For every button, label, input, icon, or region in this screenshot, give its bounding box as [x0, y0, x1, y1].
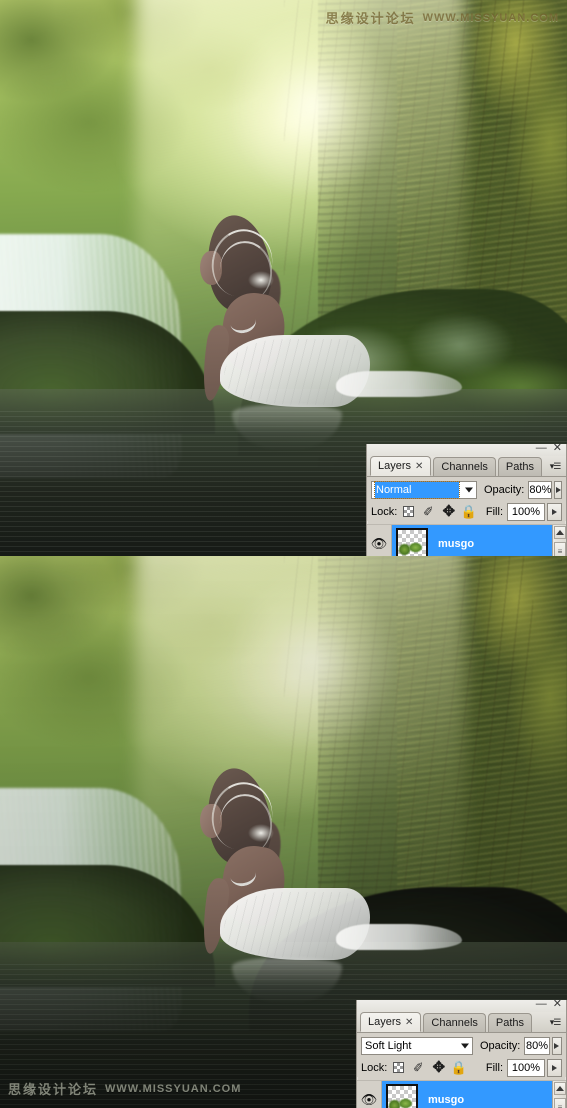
figure-woman-bottom: [186, 764, 486, 1004]
layers-scrollbar[interactable]: ≡: [552, 525, 566, 556]
layers-list: 👁 musgo ≡: [357, 1080, 566, 1108]
tab-channels-label: Channels: [441, 461, 488, 473]
layer-name-label: musgo: [438, 537, 475, 550]
eye-icon[interactable]: 👁: [361, 1093, 378, 1106]
lock-fill-row: Lock: ✐ ✥ 🔒 Fill: 100%: [361, 1058, 562, 1077]
tab-paths-label: Paths: [505, 461, 535, 473]
opacity-label: Opacity:: [484, 484, 525, 496]
panel-titlebar: — ✕: [367, 443, 566, 456]
panel-menu-icon[interactable]: ▾☰: [547, 460, 563, 473]
figure-woman-top: [186, 211, 486, 451]
layer-name-label: musgo: [428, 1093, 465, 1106]
blend-mode-value: Normal: [374, 481, 460, 499]
tab-paths[interactable]: Paths: [487, 1013, 533, 1032]
scene-sun-glow: [226, 11, 397, 201]
opacity-input[interactable]: 80%: [524, 1037, 550, 1055]
tab-channels[interactable]: Channels: [433, 457, 496, 476]
panel-titlebar: — ✕: [357, 999, 566, 1012]
opacity-label: Opacity:: [480, 1040, 521, 1052]
opacity-input[interactable]: 80%: [528, 481, 553, 499]
layers-panel-top[interactable]: — ✕ Layers ✕ Channels Paths ▾☰ Normal Op…: [366, 443, 567, 556]
fill-slider-arrow[interactable]: [547, 502, 562, 521]
close-icon[interactable]: ✕: [553, 999, 562, 1010]
panel-body: Normal Opacity: 80% Lock: ✐ ✥ 🔒 Fill: 10…: [367, 477, 566, 521]
lock-transparent-pixels-icon[interactable]: [400, 504, 417, 519]
tab-layers-label: Layers: [368, 1016, 402, 1028]
layer-row-musgo[interactable]: 👁 musgo ≡: [357, 1080, 566, 1108]
figure-dress-train: [336, 924, 462, 950]
tab-layers[interactable]: Layers ✕: [370, 456, 432, 476]
figure-hair-ornament: [248, 824, 274, 842]
fill-label: Fill:: [485, 1061, 503, 1074]
tab-layers[interactable]: Layers ✕: [360, 1012, 422, 1032]
lock-transparent-pixels-icon[interactable]: [390, 1060, 407, 1075]
close-icon[interactable]: ✕: [553, 443, 562, 454]
lock-position-icon[interactable]: ✥: [440, 504, 457, 519]
blend-opacity-row: Soft Light Opacity: 80%: [361, 1036, 562, 1056]
blend-mode-value: Soft Light: [365, 1040, 412, 1052]
blend-mode-select[interactable]: Normal: [371, 481, 477, 499]
figure-dress-train: [336, 371, 462, 397]
window-buttons: — ✕: [536, 443, 562, 454]
eye-icon[interactable]: 👁: [371, 537, 388, 550]
lock-label: Lock:: [361, 1061, 388, 1074]
lock-position-icon[interactable]: ✥: [430, 1060, 447, 1075]
panel-body: Soft Light Opacity: 80% Lock: ✐ ✥ 🔒 Fill…: [357, 1033, 566, 1077]
window-buttons: — ✕: [536, 999, 562, 1010]
tab-close-icon[interactable]: ✕: [405, 1017, 413, 1028]
scrollbar-thumb[interactable]: ≡: [553, 1098, 566, 1108]
chevron-down-icon[interactable]: [465, 487, 473, 493]
fill-slider-arrow[interactable]: [547, 1058, 562, 1077]
figure-hair-ornament: [248, 271, 274, 289]
layers-panel-bottom[interactable]: — ✕ Layers ✕ Channels Paths ▾☰ Soft Ligh…: [356, 999, 567, 1108]
lock-image-pixels-icon[interactable]: ✐: [420, 503, 438, 520]
screenshot-root: 思缘设计论坛 WWW.MISSYUAN.COM — ✕ Layers ✕ Cha…: [0, 0, 567, 1108]
minimize-icon[interactable]: —: [536, 999, 547, 1010]
scroll-up-icon[interactable]: [553, 526, 566, 539]
layer-visibility-cell[interactable]: 👁: [367, 524, 392, 556]
layer-row-musgo[interactable]: 👁 musgo ≡: [367, 524, 566, 556]
photo-pane-bottom: 思缘设计论坛 WWW.MISSYUAN.COM — ✕ Layers ✕ Cha…: [0, 556, 567, 1108]
lock-image-pixels-icon[interactable]: ✐: [410, 1059, 428, 1076]
figure-dress-folds: [224, 339, 364, 405]
lock-fill-row: Lock: ✐ ✥ 🔒 Fill: 100%: [371, 502, 562, 521]
minimize-icon[interactable]: —: [536, 443, 547, 454]
layers-scrollbar[interactable]: ≡: [552, 1081, 566, 1108]
layer-thumbnail[interactable]: [386, 1083, 418, 1108]
tab-paths-label: Paths: [495, 1017, 525, 1029]
lock-all-icon[interactable]: 🔒: [450, 1060, 467, 1075]
photo-pane-top: 思缘设计论坛 WWW.MISSYUAN.COM — ✕ Layers ✕ Cha…: [0, 0, 567, 556]
panel-tab-strip: Layers ✕ Channels Paths ▾☰: [367, 456, 566, 477]
lock-label: Lock:: [371, 505, 398, 518]
lock-all-icon[interactable]: 🔒: [460, 504, 477, 519]
panel-tab-strip: Layers ✕ Channels Paths ▾☰: [357, 1012, 566, 1033]
panel-menu-icon[interactable]: ▾☰: [547, 1016, 563, 1029]
scroll-up-icon[interactable]: [553, 1082, 566, 1095]
opacity-slider-arrow[interactable]: [551, 1037, 562, 1055]
figure-dress-folds: [224, 892, 364, 958]
scrollbar-thumb[interactable]: ≡: [553, 542, 566, 556]
tab-layers-label: Layers: [378, 460, 412, 472]
fill-label: Fill:: [485, 505, 503, 518]
chevron-down-icon[interactable]: [461, 1043, 469, 1049]
layer-visibility-cell[interactable]: 👁: [357, 1080, 382, 1108]
tab-paths[interactable]: Paths: [497, 457, 543, 476]
blend-mode-select[interactable]: Soft Light: [361, 1037, 473, 1055]
tab-channels-label: Channels: [431, 1017, 478, 1029]
blend-opacity-row: Normal Opacity: 80%: [371, 480, 562, 500]
layer-thumbnail[interactable]: [396, 527, 428, 556]
tab-channels[interactable]: Channels: [423, 1013, 486, 1032]
layers-list: 👁 musgo ≡: [367, 524, 566, 556]
fill-input[interactable]: 100%: [507, 1058, 545, 1077]
fill-input[interactable]: 100%: [507, 502, 545, 521]
opacity-slider-arrow[interactable]: [554, 481, 562, 499]
tab-close-icon[interactable]: ✕: [415, 461, 423, 472]
